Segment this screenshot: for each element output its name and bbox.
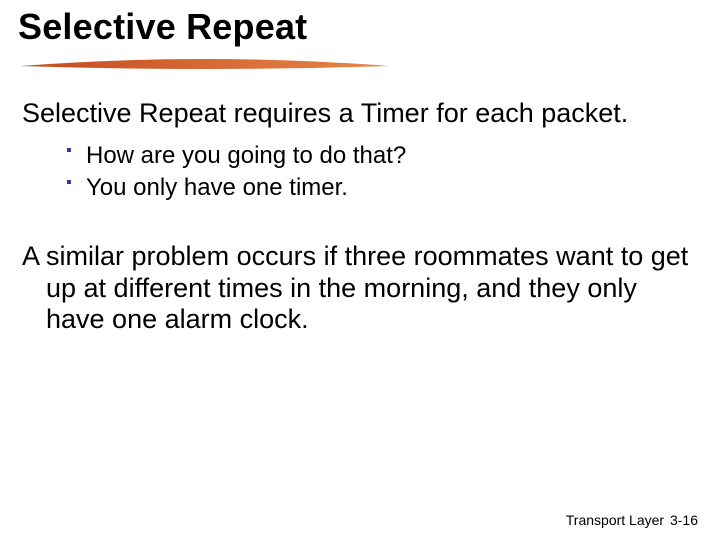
footer-label: Transport Layer [566,512,664,528]
slide-title: Selective Repeat [18,6,307,48]
footer-page-number: 3-16 [670,512,698,528]
sub-bullets: How are you going to do that? You only h… [66,140,690,205]
body-paragraph-1: Selective Repeat requires a Timer for ea… [22,98,690,130]
bullet-item: How are you going to do that? [66,140,690,172]
bullet-item: You only have one timer. [66,172,690,204]
slide: { "title": "Selective Repeat", "paragrap… [0,0,720,540]
slide-body: Selective Repeat requires a Timer for ea… [22,98,690,346]
slide-footer: Transport Layer 3-16 [566,512,698,528]
body-paragraph-2: A similar problem occurs if three roomma… [22,241,690,337]
title-underline [20,56,390,76]
